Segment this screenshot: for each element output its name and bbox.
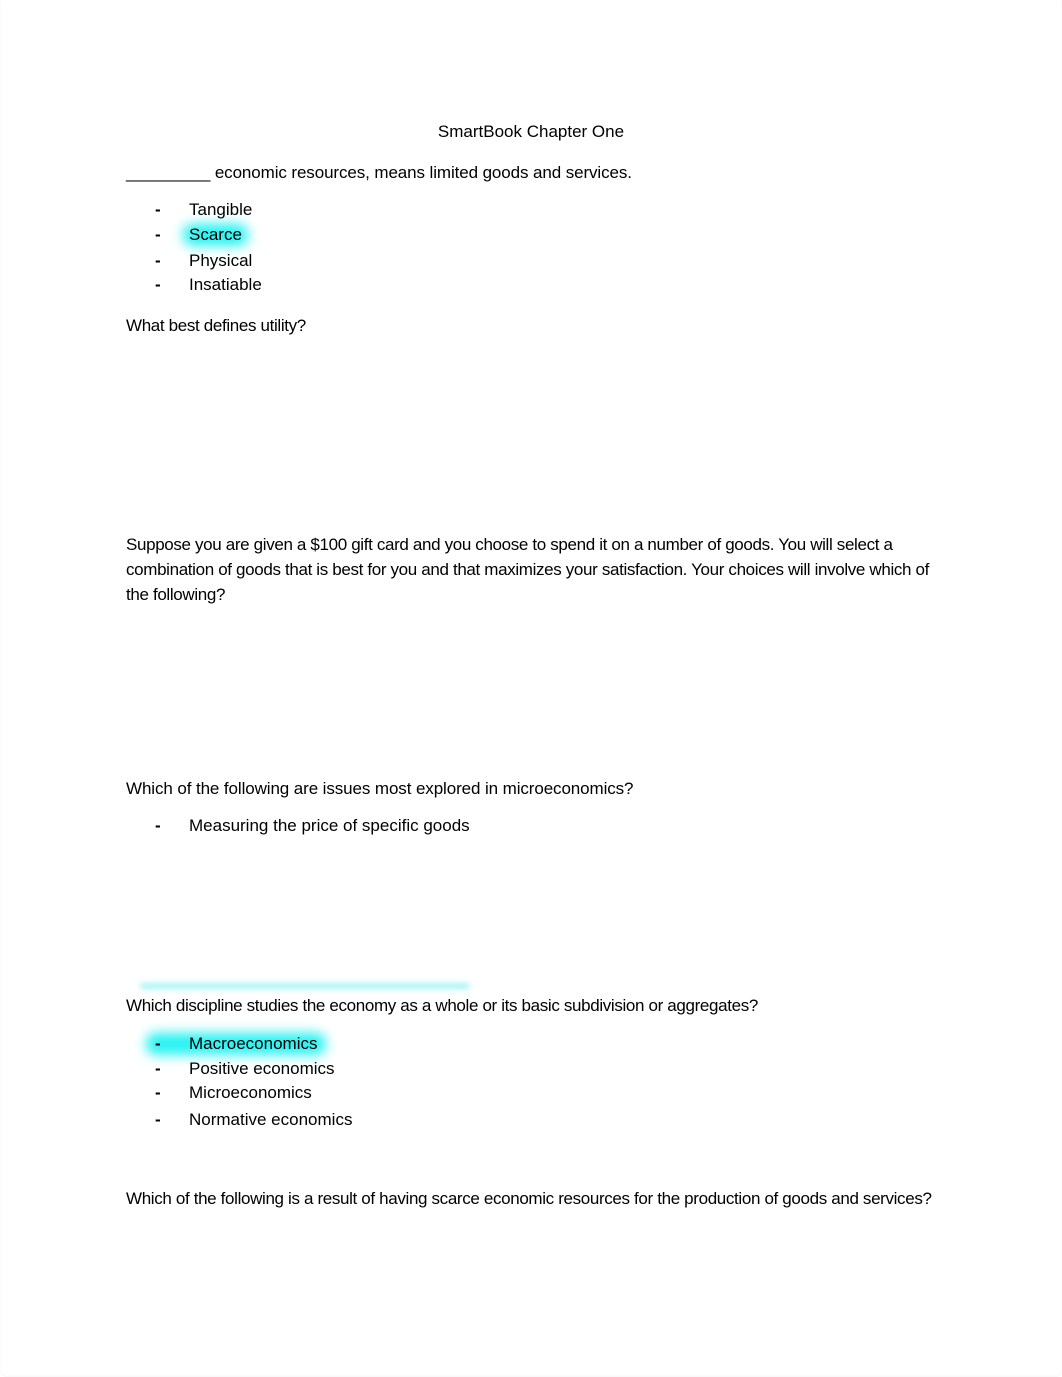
bullet-dash-icon: -: [155, 200, 161, 219]
option-item: - Measuring the price of specific goods: [154, 814, 470, 838]
option-item: - Normative economics: [154, 1108, 352, 1132]
option-item: - Microeconomics: [154, 1081, 312, 1105]
bullet-dash-icon: -: [155, 816, 161, 835]
bullet-dash-icon: -: [155, 225, 161, 244]
option-label: Tangible: [189, 200, 253, 219]
question-5-prompt: Which discipline studies the economy as …: [126, 996, 758, 1015]
document-body: SmartBook Chapter One _________ economic…: [0, 0, 1062, 1377]
option-label: Microeconomics: [189, 1083, 312, 1102]
bullet-dash-icon: -: [155, 1110, 161, 1129]
bullet-dash-icon: -: [155, 1059, 161, 1078]
bullet-dash-icon: -: [155, 1083, 161, 1102]
document-title: SmartBook Chapter One: [437, 122, 625, 141]
option-item-highlighted: - Macroeconomics: [154, 1032, 318, 1056]
option-item: - Positive economics: [154, 1057, 335, 1081]
option-label: Normative economics: [189, 1110, 353, 1129]
question-3-prompt: Suppose you are given a $100 gift card a…: [126, 535, 929, 604]
question-4-prompt: Which of the following are issues most e…: [126, 779, 634, 798]
option-item: - Physical: [154, 249, 252, 273]
option-label: Positive economics: [189, 1059, 335, 1078]
question-1-prompt: _________ economic resources, means limi…: [126, 163, 632, 182]
bullet-dash-icon: -: [155, 275, 161, 294]
question-2-prompt: What best defines utility?: [126, 316, 306, 335]
bullet-dash-icon: -: [155, 1034, 161, 1053]
question-6-prompt: Which of the following is a result of ha…: [126, 1189, 932, 1208]
option-label: Insatiable: [189, 275, 262, 294]
option-label-highlighted: Scarce: [189, 223, 242, 247]
option-item-highlighted: - Scarce: [154, 223, 242, 247]
highlight-remnant: [140, 983, 470, 989]
option-label: Physical: [189, 251, 253, 270]
option-item: - Insatiable: [154, 273, 262, 297]
option-label-highlighted: Macroeconomics: [189, 1034, 318, 1053]
option-item: - Tangible: [154, 198, 252, 222]
bullet-dash-icon: -: [155, 251, 161, 270]
option-label: Measuring the price of specific goods: [189, 816, 470, 835]
